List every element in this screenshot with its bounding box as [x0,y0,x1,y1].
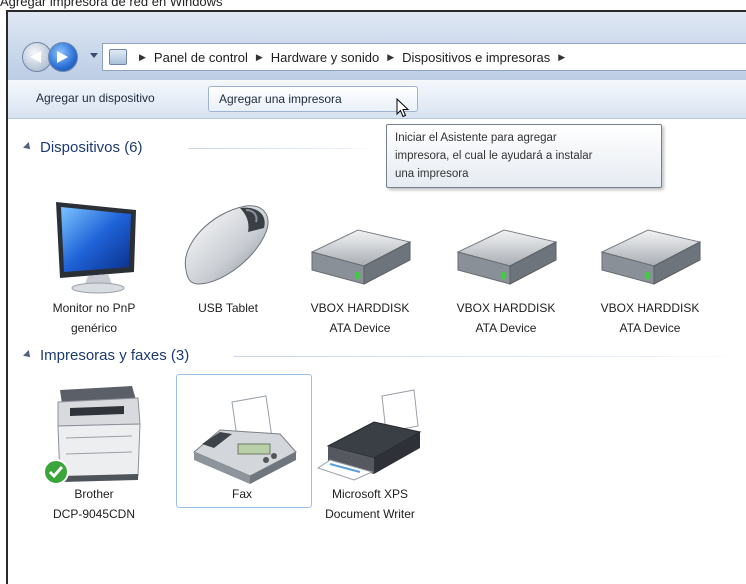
printer-label: Brother [74,487,114,501]
printer-label: DCP-9045CDN [52,507,136,521]
breadcrumb-item-hardware[interactable]: Hardware y sonido [271,50,379,65]
harddisk-icon [310,229,412,285]
breadcrumb-item-control-panel[interactable]: Panel de control [154,50,248,65]
forward-button[interactable] [48,42,78,72]
chevron-right-icon[interactable]: ▶ [558,52,565,63]
printer-tile-xps[interactable]: Microsoft XPS Document Writer [308,380,432,540]
explorer-window: ▶ Panel de control ▶ Hardware y sonido ▶… [6,10,746,584]
chevron-right-icon[interactable]: ▶ [387,52,394,63]
device-label: ATA Device [329,321,391,335]
mouse-icon [184,205,269,285]
command-bar: Agregar un dispositivo Agregar una impre… [8,80,746,119]
printer-tile-fax[interactable]: Fax [180,380,304,540]
monitor-icon [56,202,136,294]
printer-tile-brother[interactable]: Brother DCP-9045CDN [32,380,156,540]
add-device-button[interactable]: Agregar un dispositivo [28,86,163,110]
printer-label: Microsoft XPS [331,487,409,501]
add-printer-tooltip: Iniciar el Asistente para agregar impres… [386,124,662,188]
fax-icon [193,395,297,484]
device-tile-harddisk-2[interactable]: VBOX HARDDISK ATA Device [444,198,568,348]
device-label: ATA Device [475,321,537,335]
chevron-right-icon[interactable]: ▶ [256,52,263,63]
address-bar: ▶ Panel de control ▶ Hardware y sonido ▶… [8,12,746,80]
device-tile-harddisk-3[interactable]: VBOX HARDDISK ATA Device [588,198,712,348]
group-divider [188,148,378,149]
collapse-triangle-icon[interactable] [23,142,33,152]
breadcrumb[interactable]: ▶ Panel de control ▶ Hardware y sonido ▶… [102,43,746,71]
device-label: ATA Device [619,321,681,335]
printer-label: Document Writer [325,507,415,521]
group-header-printers[interactable]: Impresoras y faxes (3) [23,344,190,366]
default-printer-check-icon [43,459,69,485]
add-printer-button[interactable]: Agregar una impresora [208,86,418,112]
recent-pages-dropdown-icon[interactable] [90,53,98,58]
printer-icon [316,389,422,481]
breadcrumb-item-devices[interactable]: Dispositivos e impresoras [402,50,550,65]
harddisk-icon [600,229,702,285]
device-label: genérico [70,321,118,335]
tooltip-line: impresora, el cual le ayudará a instalar [395,150,593,162]
device-label: VBOX HARDDISK [600,301,700,315]
group-title: Impresoras y faxes (3) [40,346,190,364]
device-label: VBOX HARDDISK [456,301,556,315]
printer-label: Fax [231,487,252,501]
device-tile-harddisk-1[interactable]: VBOX HARDDISK ATA Device [298,198,422,348]
group-header-devices[interactable]: Dispositivos (6) [23,136,143,158]
device-label: USB Tablet [198,301,258,315]
device-label: Monitor no PnP [52,301,136,315]
harddisk-icon [456,229,558,285]
tooltip-line: Iniciar el Asistente para agregar [395,132,557,144]
device-tile-monitor[interactable]: Monitor no PnP genérico [32,198,156,348]
control-panel-icon [109,49,127,65]
tooltip-line: una impresora [395,168,469,180]
device-label: VBOX HARDDISK [310,301,410,315]
page-caption: Agregar impresora de red en Windows [0,0,223,9]
group-title: Dispositivos (6) [40,138,143,156]
chevron-right-icon[interactable]: ▶ [139,52,146,63]
group-divider [234,356,744,357]
device-tile-usb-tablet[interactable]: USB Tablet [166,198,290,348]
collapse-triangle-icon[interactable] [23,350,33,360]
